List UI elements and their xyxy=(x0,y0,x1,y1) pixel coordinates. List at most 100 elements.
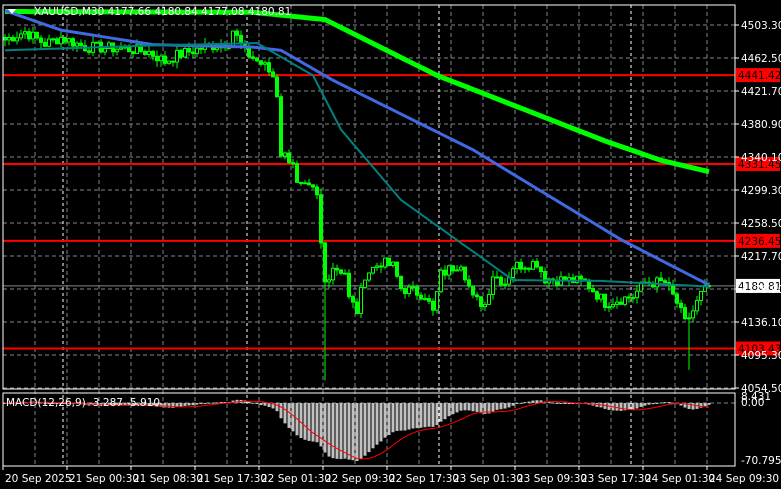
candle-body xyxy=(71,38,75,47)
candle-body xyxy=(355,301,359,314)
macd-histogram-bar xyxy=(523,402,527,404)
macd-histogram-bar xyxy=(363,403,367,456)
candle-body xyxy=(527,267,531,270)
candle-body xyxy=(55,38,59,45)
macd-histogram-bar xyxy=(555,403,559,404)
candle-body xyxy=(431,300,435,311)
macd-histogram-bar xyxy=(251,402,255,404)
candle-body xyxy=(295,163,299,183)
candle-body xyxy=(187,48,191,53)
price-tick-label: 4136.10 xyxy=(741,317,781,329)
candle-body xyxy=(491,276,495,295)
candle-body xyxy=(39,37,43,43)
macd-histogram-bar xyxy=(431,403,435,427)
candle-body xyxy=(275,76,279,98)
macd-histogram-bar xyxy=(259,403,263,405)
candle-body xyxy=(659,277,663,282)
candle-body xyxy=(251,56,255,59)
macd-histogram-bar xyxy=(167,403,171,408)
price-tick-label: 4176.90 xyxy=(741,284,781,296)
macd-histogram-bar xyxy=(343,403,347,459)
macd-histogram-bar xyxy=(183,403,187,406)
candle-body xyxy=(3,36,7,41)
candle-body xyxy=(467,279,471,287)
macd-histogram-bar xyxy=(415,403,419,429)
macd-histogram-bar xyxy=(327,403,331,457)
candle-body xyxy=(327,279,331,283)
macd-histogram-bar xyxy=(383,403,387,438)
candle-body xyxy=(471,285,475,296)
candle-body xyxy=(79,42,83,47)
macd-histogram-bar xyxy=(531,400,535,403)
macd-label: MACD(12,26,9) -3.287 -5.910 xyxy=(6,397,160,409)
candle-body xyxy=(483,303,487,307)
price-chart[interactable]: 4441.424331.454236.454103.434180.81 8.43… xyxy=(0,0,781,489)
time-tick-label: 23 Sep 09:30 xyxy=(517,473,587,485)
price-tick-label: 4503.30 xyxy=(741,20,781,32)
macd-histogram-bar xyxy=(195,403,199,405)
macd-histogram-bar xyxy=(499,403,503,410)
macd-histogram-bar xyxy=(535,400,539,403)
macd-histogram-bar xyxy=(291,403,295,432)
candle-body xyxy=(151,50,155,57)
candle-body xyxy=(687,317,691,320)
macd-histogram-bar xyxy=(639,403,643,407)
candle-body xyxy=(347,272,351,298)
candle-body xyxy=(267,62,271,73)
macd-histogram-bar xyxy=(475,403,479,412)
macd-histogram-bar xyxy=(471,403,475,412)
macd-histogram-bar xyxy=(263,403,267,406)
macd-histogram-bar xyxy=(379,403,383,442)
candle-body xyxy=(19,33,23,39)
level-price-label: 4236.45 xyxy=(738,236,781,248)
price-tick-label: 4299.30 xyxy=(741,185,781,197)
candle-body xyxy=(67,38,71,43)
macd-histogram-bar xyxy=(211,402,215,404)
macd-histogram-bar xyxy=(491,403,495,412)
price-tick-label: 4462.50 xyxy=(741,53,781,65)
macd-histogram-bar xyxy=(359,403,363,459)
macd-histogram-bar xyxy=(439,403,443,422)
candle-body xyxy=(535,261,539,268)
candle-body xyxy=(271,71,275,78)
macd-histogram-bar xyxy=(411,403,415,429)
macd-histogram-bar xyxy=(403,403,407,431)
macd-histogram-bar xyxy=(191,403,195,406)
macd-histogram-bar xyxy=(319,403,323,447)
candle-body xyxy=(391,261,395,266)
candle-body xyxy=(127,46,131,53)
macd-histogram-bar xyxy=(479,403,483,414)
candle-body xyxy=(175,49,179,63)
candle-body xyxy=(195,47,199,55)
candle-body xyxy=(599,293,603,300)
macd-histogram-bar xyxy=(447,403,451,417)
candle-body xyxy=(319,194,323,244)
macd-histogram-bar xyxy=(283,403,287,424)
candle-body xyxy=(459,266,463,271)
macd-histogram-bar xyxy=(619,403,623,411)
candle-body xyxy=(619,301,623,305)
macd-histogram-bar xyxy=(423,403,427,428)
macd-histogram-bar xyxy=(331,403,335,459)
time-tick-label: 22 Sep 17:30 xyxy=(389,473,459,485)
candle-body xyxy=(411,286,415,289)
macd-histogram-bar xyxy=(519,402,523,404)
macd-histogram-bar xyxy=(275,403,279,412)
macd-histogram-bar xyxy=(527,401,531,403)
macd-histogram-bar xyxy=(355,403,359,461)
macd-histogram-bar xyxy=(335,403,339,459)
chart-header: XAUUSD,M30 4177.66 4180.84 4177.08 4180.… xyxy=(34,6,291,18)
candle-body xyxy=(427,298,431,302)
candle-body xyxy=(59,36,63,45)
candle-body xyxy=(331,267,335,281)
candle-body xyxy=(323,242,327,283)
candle-body xyxy=(359,286,363,314)
candle-body xyxy=(27,31,31,40)
time-tick-label: 21 Sep 00:30 xyxy=(69,473,139,485)
candle-body xyxy=(595,291,599,300)
time-tick-label: 21 Sep 17:30 xyxy=(197,473,267,485)
candle-body xyxy=(367,272,371,281)
macd-histogram-bar xyxy=(635,403,639,409)
candle-body xyxy=(23,31,27,35)
candle-body xyxy=(395,261,399,277)
